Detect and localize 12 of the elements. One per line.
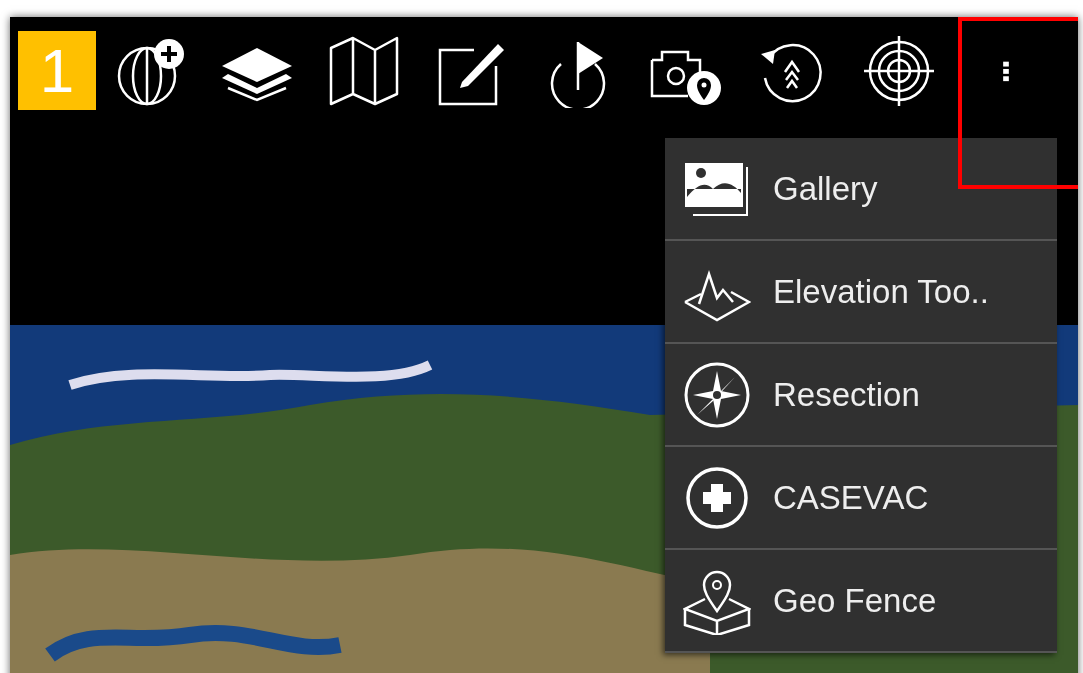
menu-item[interactable]: Geo Fence	[665, 550, 1057, 653]
menu-item-label: Elevation Too..	[773, 271, 989, 312]
menu-item[interactable]: CASEVAC	[665, 447, 1057, 550]
menu-item-label: Gallery	[773, 168, 878, 209]
menu-item-label: CASEVAC	[773, 477, 929, 518]
menu-item-label: Geo Fence	[773, 580, 937, 621]
menu-item[interactable]: Resection	[665, 344, 1057, 447]
compass-icon	[683, 360, 751, 429]
menu-item[interactable]: Gallery	[665, 138, 1057, 241]
menu-item[interactable]: Elevation Too..	[665, 241, 1057, 344]
menu-item-label: Resection	[773, 374, 920, 415]
target-icon[interactable]	[861, 33, 936, 108]
